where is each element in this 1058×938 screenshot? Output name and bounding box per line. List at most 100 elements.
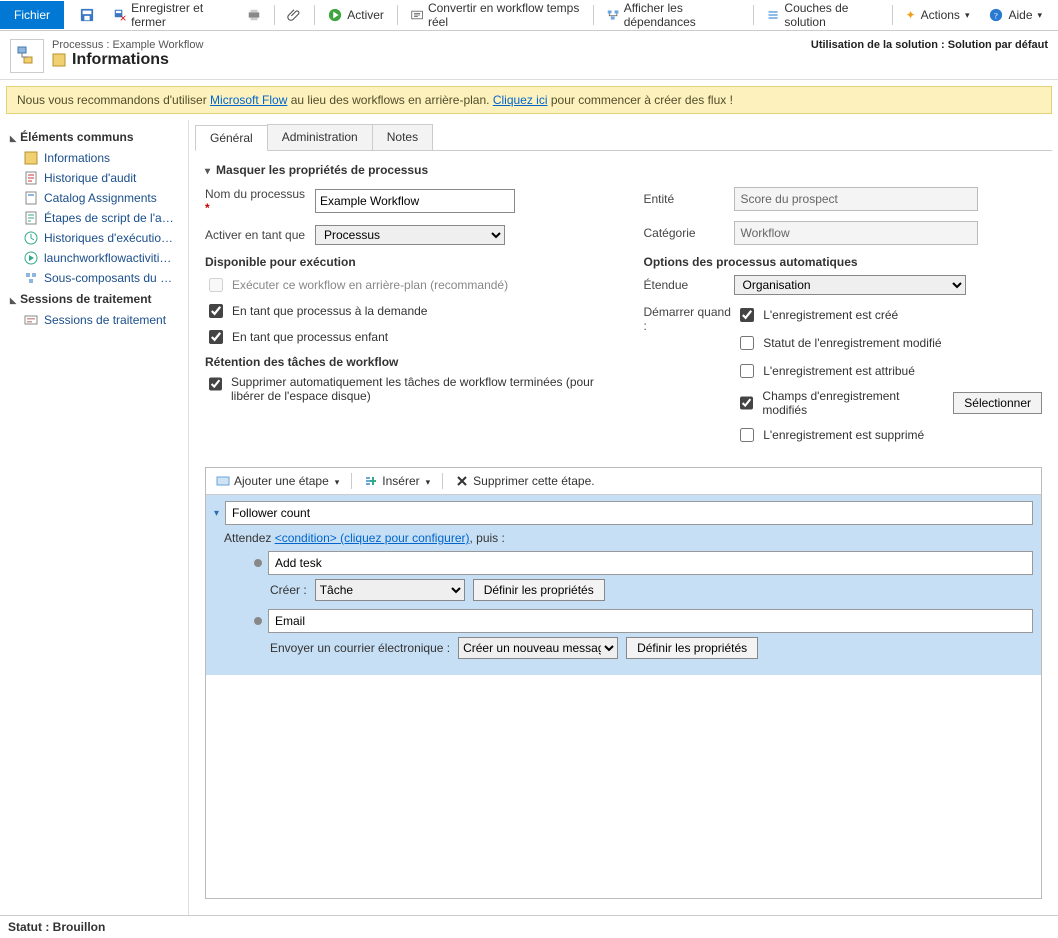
- select-fields-button[interactable]: Sélectionner: [953, 392, 1042, 414]
- substep-2-properties-button[interactable]: Définir les propriétés: [626, 637, 758, 659]
- save-and-close-label: Enregistrer et fermer: [131, 1, 226, 29]
- recommendation-banner: Nous vous recommandons d'utiliser Micros…: [6, 86, 1052, 114]
- sidebar-item-launch-activities[interactable]: launchworkflowactiviti…: [0, 248, 188, 268]
- solution-usage: Utilisation de la solution : Solution pa…: [811, 39, 1048, 51]
- chk-record-assigned[interactable]: [740, 364, 754, 378]
- general-form: Masquer les propriétés de processus Nom …: [189, 151, 1058, 461]
- sidebar-item-informations[interactable]: Informations: [0, 148, 188, 168]
- tab-administration[interactable]: Administration: [267, 124, 373, 150]
- banner-link-flow[interactable]: Microsoft Flow: [210, 93, 287, 107]
- substep-2-title-input[interactable]: [268, 609, 1033, 633]
- sidebar-item-audit[interactable]: Historique d'audit: [0, 168, 188, 188]
- insert-menu[interactable]: Insérer: [360, 472, 434, 490]
- tabs: Général Administration Notes: [195, 120, 1052, 151]
- page-title: Informations: [72, 51, 169, 69]
- sidebar-item-script-steps[interactable]: Étapes de script de l'a…: [0, 208, 188, 228]
- chk-row-status-changed[interactable]: Statut de l'enregistrement modifié: [736, 333, 1042, 353]
- chk-row-record-deleted[interactable]: L'enregistrement est supprimé: [736, 425, 1042, 445]
- substep-2: [254, 609, 1033, 633]
- substep-1-title-input[interactable]: [268, 551, 1033, 575]
- sidebar-group-common[interactable]: Éléments communs: [0, 126, 188, 148]
- chk-on-demand[interactable]: [209, 304, 223, 318]
- show-dependencies-button[interactable]: Afficher les dépendances: [601, 0, 747, 32]
- tab-general[interactable]: Général: [195, 125, 268, 151]
- page-header: Processus : Example Workflow Information…: [0, 31, 1058, 80]
- sidebar-item-exec-history[interactable]: Historiques d'exécutio…: [0, 228, 188, 248]
- convert-realtime-button[interactable]: Convertir en workflow temps réel: [405, 0, 586, 32]
- chk-as-child[interactable]: [209, 330, 223, 344]
- toolbar-separator: [593, 5, 594, 25]
- chk-row-record-assigned[interactable]: L'enregistrement est attribué: [736, 361, 1042, 381]
- chk-row-record-created[interactable]: L'enregistrement est créé: [736, 305, 1042, 325]
- sidebar: Éléments communs Informations Historique…: [0, 120, 189, 915]
- chk-retention[interactable]: [209, 377, 222, 391]
- save-and-close-button[interactable]: Enregistrer et fermer: [108, 0, 232, 32]
- chk-row-as-child[interactable]: En tant que processus enfant: [205, 327, 604, 347]
- dependencies-icon: [607, 8, 619, 22]
- file-menu[interactable]: Fichier: [0, 1, 64, 29]
- label-activate-as: Activer en tant que: [205, 228, 315, 242]
- activate-label: Activer: [347, 8, 384, 22]
- banner-link-here[interactable]: Cliquez ici: [493, 93, 548, 107]
- substep-2-action-label: Envoyer un courrier électronique :: [270, 641, 450, 655]
- delete-icon: [455, 474, 469, 488]
- chk-record-created[interactable]: [740, 308, 754, 322]
- section-toggle-properties[interactable]: Masquer les propriétés de processus: [205, 163, 1042, 177]
- substep-1-properties-button[interactable]: Définir les propriétés: [473, 579, 605, 601]
- print-button[interactable]: [241, 5, 267, 25]
- wait-condition-line: Attendez <condition> (cliquez pour confi…: [214, 531, 1033, 545]
- layers-icon: [767, 8, 779, 22]
- actions-menu[interactable]: ✦ Actions ▾: [900, 5, 976, 25]
- process-name-input[interactable]: [315, 189, 515, 213]
- entity-readonly: Score du prospect: [734, 187, 978, 211]
- add-step-icon: [216, 474, 230, 488]
- sessions-icon: [24, 313, 38, 327]
- activate-button[interactable]: Activer: [322, 5, 390, 25]
- chk-record-assigned-label: L'enregistrement est attribué: [763, 364, 915, 378]
- banner-text-post: pour commencer à créer des flux !: [548, 93, 733, 107]
- chevron-down-icon: [333, 474, 340, 488]
- chk-row-retention[interactable]: Supprimer automatiquement les tâches de …: [205, 375, 604, 403]
- wait-suffix: , puis :: [469, 531, 504, 545]
- toolbar-separator: [274, 5, 275, 25]
- chk-status-changed-label: Statut de l'enregistrement modifié: [763, 336, 941, 350]
- chk-fields-changed[interactable]: [740, 396, 753, 410]
- label-scope: Étendue: [644, 278, 734, 292]
- info-section-icon: [52, 53, 66, 67]
- save-button[interactable]: [74, 5, 100, 25]
- save-icon: [80, 8, 94, 22]
- sidebar-item-label: launchworkflowactiviti…: [44, 251, 171, 265]
- delete-step-button[interactable]: Supprimer cette étape.: [451, 472, 598, 490]
- chk-status-changed[interactable]: [740, 336, 754, 350]
- sidebar-item-subcomponents[interactable]: Sous-composants du …: [0, 268, 188, 288]
- help-button[interactable]: ? Aide ▾: [983, 5, 1048, 25]
- chk-row-on-demand[interactable]: En tant que processus à la demande: [205, 301, 604, 321]
- actions-label: Actions: [921, 8, 960, 22]
- wait-condition-link[interactable]: <condition> (cliquez pour configurer): [275, 531, 470, 545]
- add-step-menu[interactable]: Ajouter une étape: [212, 472, 343, 490]
- catalog-icon: [24, 191, 38, 205]
- collapse-icon[interactable]: ▾: [214, 508, 219, 519]
- attach-button[interactable]: [281, 5, 307, 25]
- sidebar-item-catalog[interactable]: Catalog Assignments: [0, 188, 188, 208]
- breadcrumb: Processus : Example Workflow: [52, 39, 203, 51]
- activate-as-select[interactable]: Processus: [315, 225, 505, 245]
- scope-select[interactable]: Organisation: [734, 275, 966, 295]
- layers-label: Couches de solution: [784, 1, 878, 29]
- status-bar: Statut : Brouillon: [0, 915, 1058, 938]
- sidebar-item-sessions[interactable]: Sessions de traitement: [0, 310, 188, 330]
- step-title-input-root[interactable]: [225, 501, 1033, 525]
- sidebar-item-label: Étapes de script de l'a…: [44, 211, 174, 225]
- banner-text-pre: Nous vous recommandons d'utiliser: [17, 93, 210, 107]
- solution-layers-button[interactable]: Couches de solution: [761, 0, 884, 32]
- chk-record-deleted[interactable]: [740, 428, 754, 442]
- label-process-name: Nom du processus*: [205, 187, 315, 215]
- chevron-down-icon: ▾: [965, 10, 970, 21]
- substep-2-action-select[interactable]: Créer un nouveau messag: [458, 637, 618, 659]
- substep-1-action-select[interactable]: Tâche: [315, 579, 465, 601]
- sidebar-group-sessions[interactable]: Sessions de traitement: [0, 288, 188, 310]
- sidebar-item-label: Historiques d'exécutio…: [44, 231, 173, 245]
- sidebar-item-label: Catalog Assignments: [44, 191, 157, 205]
- tab-notes[interactable]: Notes: [372, 124, 433, 150]
- dependencies-label: Afficher les dépendances: [624, 1, 741, 29]
